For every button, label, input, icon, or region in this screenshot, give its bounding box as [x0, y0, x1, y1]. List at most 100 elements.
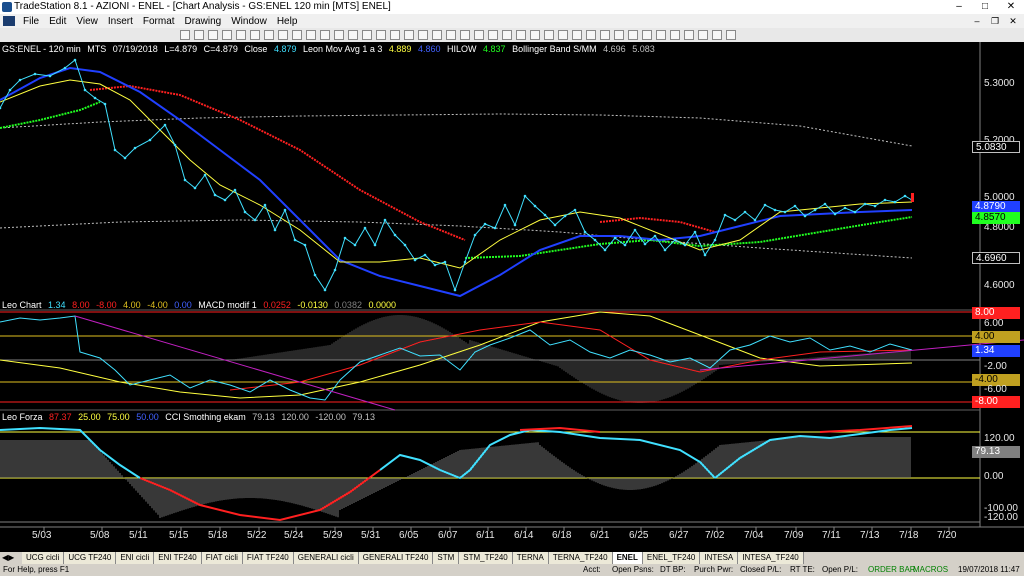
title-bar: TradeStation 8.1 - AZIONI - ENEL - [Char…: [0, 0, 1024, 14]
tab-fiat-tf240[interactable]: FIAT TF240: [242, 552, 294, 564]
low-label: L=4.879: [164, 44, 198, 54]
price-dot: [103, 102, 107, 106]
toolbar-button-icon[interactable]: [264, 30, 274, 40]
toolbar-button-icon[interactable]: [698, 30, 708, 40]
tab-terna[interactable]: TERNA: [512, 552, 549, 564]
tab-intesa[interactable]: INTESA: [700, 552, 739, 564]
price-dot: [48, 74, 52, 78]
toolbar-button-icon[interactable]: [684, 30, 694, 40]
maximize-icon[interactable]: □: [972, 0, 998, 14]
menu-drawing[interactable]: Drawing: [180, 16, 227, 27]
status-rt-te: RT TE:: [790, 565, 815, 574]
toolbar-button-icon[interactable]: [572, 30, 582, 40]
toolbar-button-icon[interactable]: [334, 30, 344, 40]
price-dot: [33, 72, 37, 76]
cci-axis-m120: -120.00: [984, 512, 1018, 523]
toolbar-button-icon[interactable]: [404, 30, 414, 40]
toolbar-button-icon[interactable]: [516, 30, 526, 40]
tab-ucg-cicli[interactable]: UCG cicli: [22, 552, 65, 564]
toolbar-button-icon[interactable]: [362, 30, 372, 40]
toolbar-button-icon[interactable]: [642, 30, 652, 40]
tab-stm[interactable]: STM: [433, 552, 460, 564]
tab-eni-cicli[interactable]: ENI cicli: [116, 552, 155, 564]
toolbar-button-icon[interactable]: [222, 30, 232, 40]
tab-ucg-tf240[interactable]: UCG TF240: [64, 552, 117, 564]
price-dot: [613, 236, 617, 240]
chart-canvas[interactable]: [0, 42, 1024, 552]
toolbar-button-icon[interactable]: [474, 30, 484, 40]
tab-generali-tf240[interactable]: GENERALI TF240: [358, 552, 434, 564]
status-macros[interactable]: MACROS: [913, 564, 948, 576]
toolbar-button-icon[interactable]: [432, 30, 442, 40]
status-order-bar[interactable]: ORDER BAR: [868, 564, 916, 576]
menu-bar: File Edit View Insert Format Drawing Win…: [0, 14, 1024, 28]
minimize-icon[interactable]: –: [946, 0, 972, 14]
price-dot: [533, 204, 537, 208]
cci-c4: 79.13: [352, 412, 375, 422]
price-dot: [213, 193, 217, 197]
lower-bb-box: 4.6960: [972, 252, 1020, 264]
toolbar-button-icon[interactable]: [670, 30, 680, 40]
price-dot: [303, 243, 307, 247]
toolbar-button-icon[interactable]: [544, 30, 554, 40]
tab-scroll-arrows-icon[interactable]: ◀▶: [2, 552, 14, 564]
toolbar-button-icon[interactable]: [194, 30, 204, 40]
menu-insert[interactable]: Insert: [103, 16, 138, 27]
toolbar-button-icon[interactable]: [446, 30, 456, 40]
toolbar-button-icon[interactable]: [250, 30, 260, 40]
toolbar-button-icon[interactable]: [586, 30, 596, 40]
toolbar-button-icon[interactable]: [306, 30, 316, 40]
toolbar-button-icon[interactable]: [320, 30, 330, 40]
toolbar-button-icon[interactable]: [712, 30, 722, 40]
toolbar-button-icon[interactable]: [530, 30, 540, 40]
leon-value-1: 4.889: [388, 44, 412, 54]
toolbar-button-icon[interactable]: [376, 30, 386, 40]
price-dot: [433, 263, 437, 267]
toolbar-button-icon[interactable]: [614, 30, 624, 40]
price-dot: [873, 204, 877, 208]
toolbar-button-icon[interactable]: [558, 30, 568, 40]
bb-label: Bollinger Band S/MM: [512, 44, 597, 54]
toolbar-button-icon[interactable]: [180, 30, 190, 40]
toolbar-button-icon[interactable]: [628, 30, 638, 40]
tab-eni-tf240[interactable]: ENI TF240: [154, 552, 202, 564]
cci-label: CCI Smothing ekam: [165, 412, 246, 422]
document-icon[interactable]: [3, 16, 15, 26]
toolbar-button-icon[interactable]: [418, 30, 428, 40]
toolbar-button-icon[interactable]: [502, 30, 512, 40]
price-dot: [523, 194, 527, 198]
toolbar-button-icon[interactable]: [600, 30, 610, 40]
toolbar-button-icon[interactable]: [460, 30, 470, 40]
toolbar-button-icon[interactable]: [208, 30, 218, 40]
tab-enel[interactable]: ENEL: [612, 552, 643, 564]
menu-format[interactable]: Format: [138, 16, 180, 27]
menu-edit[interactable]: Edit: [44, 16, 71, 27]
toolbar-button-icon[interactable]: [488, 30, 498, 40]
mdi-minimize-icon[interactable]: –: [968, 14, 986, 28]
cci-c2: 120.00: [281, 412, 309, 422]
toolbar-button-icon[interactable]: [390, 30, 400, 40]
menu-window[interactable]: Window: [226, 16, 272, 27]
menu-view[interactable]: View: [71, 16, 103, 27]
menu-file[interactable]: File: [18, 16, 44, 27]
tab-intesa-tf240[interactable]: INTESA_TF240: [738, 552, 804, 564]
toolbar-button-icon[interactable]: [292, 30, 302, 40]
mdi-close-icon[interactable]: ✕: [1004, 14, 1022, 28]
mdi-restore-icon[interactable]: ❐: [986, 14, 1004, 28]
price-dot: [363, 226, 367, 230]
menu-help[interactable]: Help: [272, 16, 303, 27]
toolbar-button-icon[interactable]: [656, 30, 666, 40]
price-dot: [673, 238, 677, 242]
tab-enel-tf240[interactable]: ENEL_TF240: [642, 552, 701, 564]
leo-forza-v3: 75.00: [107, 412, 130, 422]
x-tick-label: 6/18: [552, 530, 572, 541]
tab-terna-tf240[interactable]: TERNA_TF240: [548, 552, 613, 564]
toolbar-button-icon[interactable]: [278, 30, 288, 40]
toolbar-button-icon[interactable]: [348, 30, 358, 40]
toolbar-button-icon[interactable]: [726, 30, 736, 40]
tab-generali-cicli[interactable]: GENERALI cicli: [293, 552, 359, 564]
tab-stm-tf240[interactable]: STM_TF240: [459, 552, 513, 564]
tab-fiat-cicli[interactable]: FIAT cicli: [201, 552, 243, 564]
close-icon[interactable]: ✕: [998, 0, 1024, 14]
toolbar-button-icon[interactable]: [236, 30, 246, 40]
